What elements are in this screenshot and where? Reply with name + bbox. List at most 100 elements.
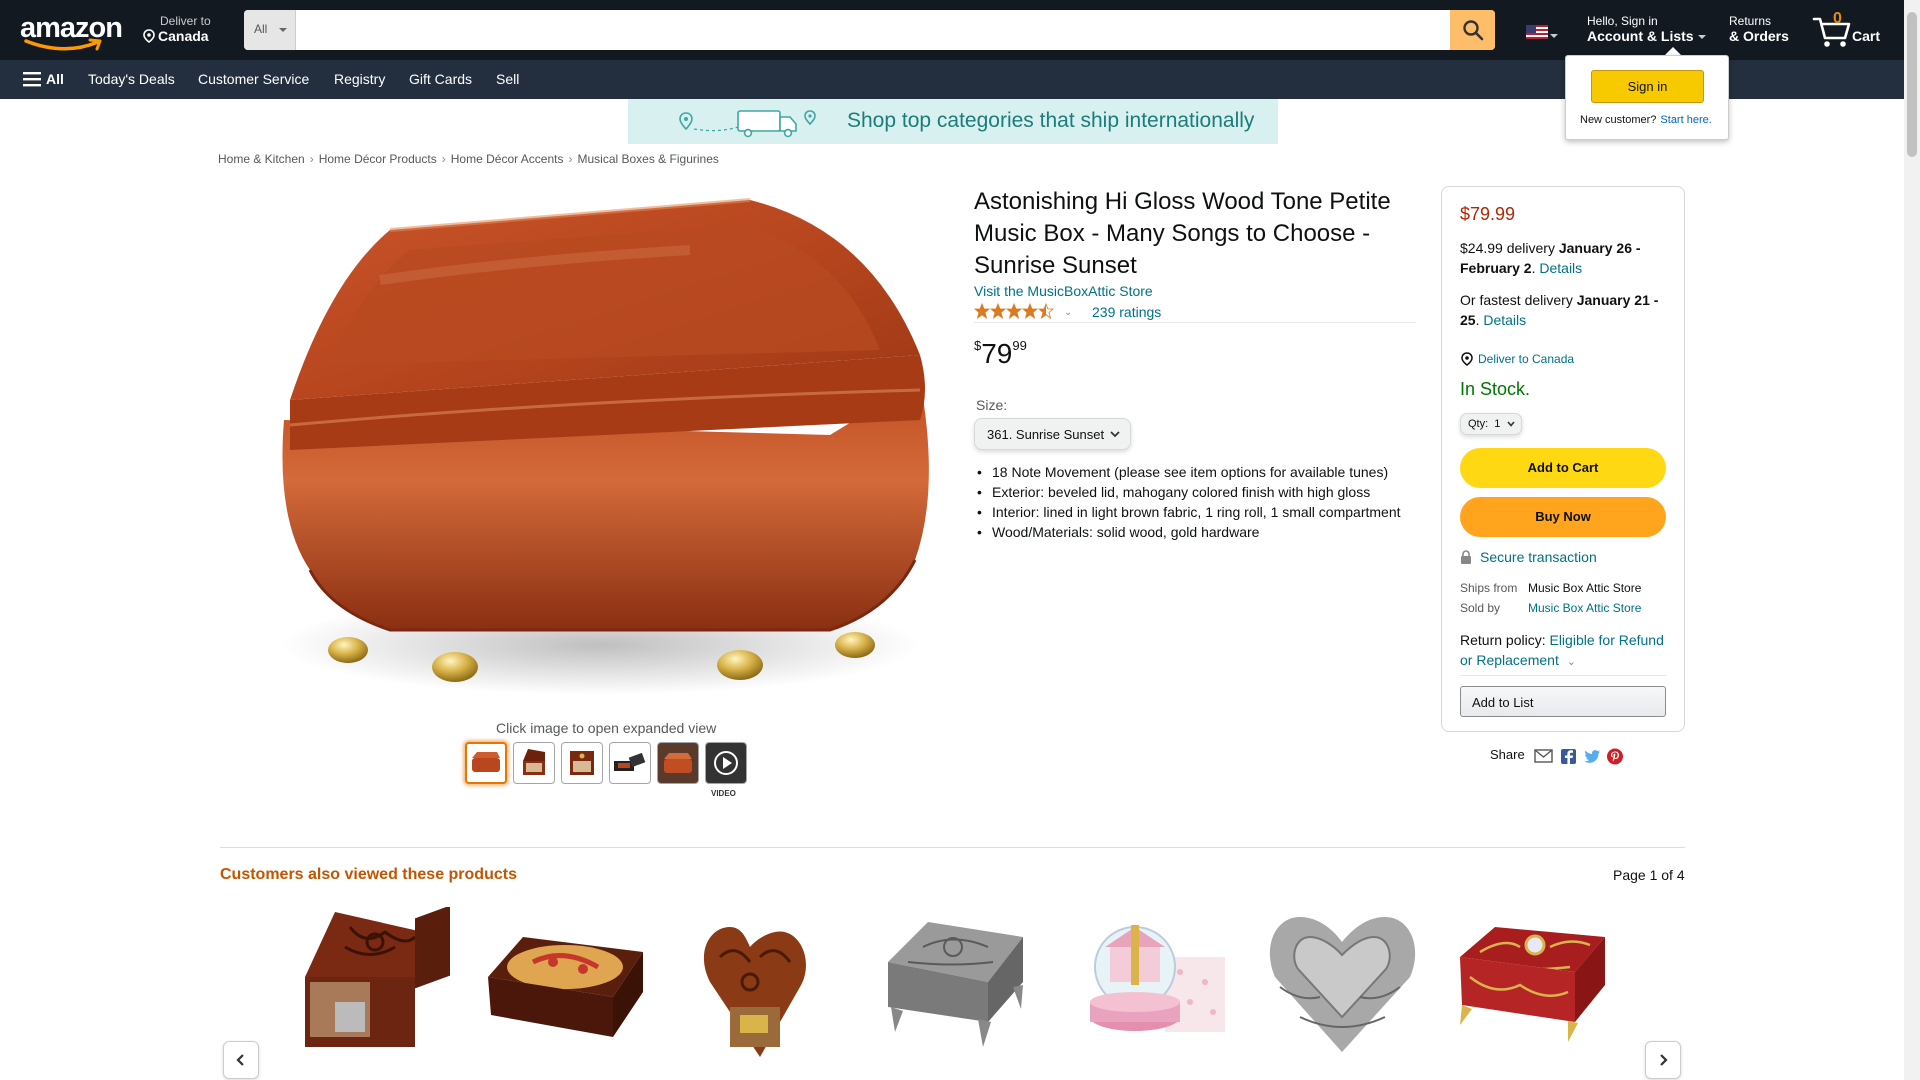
thumbnail-5[interactable] <box>657 742 699 784</box>
stock-status: In Stock. <box>1460 379 1531 399</box>
twitter-icon[interactable] <box>1584 750 1600 763</box>
international-shipping-banner[interactable]: Shop top categories that ship internatio… <box>628 99 1278 144</box>
sold-by-link[interactable]: Music Box Attic Store <box>1528 601 1641 615</box>
all-menu-button[interactable]: All <box>46 71 64 87</box>
ships-from-row: Ships from Music Box Attic Store <box>1460 581 1641 595</box>
subnav-todays-deals[interactable]: Today's Deals <box>88 71 175 87</box>
subnav-customer-service[interactable]: Customer Service <box>198 71 309 87</box>
thumbnail-2[interactable] <box>513 742 555 784</box>
feature-bullet: Exterior: beveled lid, mahogany colored … <box>974 482 1424 502</box>
breadcrumb-item[interactable]: Home Décor Accents <box>451 152 564 166</box>
store-link[interactable]: Visit the MusicBoxAttic Store <box>974 283 1153 299</box>
us-flag-icon[interactable] <box>1526 25 1548 39</box>
main-product-image[interactable] <box>270 190 940 720</box>
return-policy: Return policy: Eligible for Refund or Re… <box>1460 630 1670 672</box>
thumbnail-3[interactable] <box>561 742 603 784</box>
breadcrumb-separator: › <box>568 152 573 166</box>
search-input[interactable] <box>296 10 1450 50</box>
account-greeting: Hello, Sign in <box>1587 14 1658 28</box>
breadcrumb-item[interactable]: Musical Boxes & Figurines <box>577 152 718 166</box>
carousel-prev-button[interactable] <box>223 1041 259 1079</box>
chevron-down-icon[interactable]: ⌄ <box>1567 656 1576 668</box>
breadcrumb-separator: › <box>441 152 446 166</box>
returns-label: Returns <box>1729 14 1772 28</box>
facebook-icon[interactable] <box>1561 749 1576 764</box>
share-label: Share <box>1490 747 1525 762</box>
qty-label: Qty: <box>1468 418 1489 430</box>
caret-down-icon <box>279 28 287 32</box>
carousel-product-6[interactable] <box>1260 907 1425 1072</box>
deliver-to-big: Canada <box>142 28 211 44</box>
account-lists[interactable]: Hello, Sign in Account & Lists <box>1587 14 1706 44</box>
section-divider <box>220 847 1685 848</box>
language-caret-icon[interactable] <box>1550 34 1558 38</box>
breadcrumb-item[interactable]: Home Décor Products <box>319 152 437 166</box>
sold-by-label: Sold by <box>1460 601 1501 615</box>
signin-flyout: Sign in New customer? Start here. <box>1565 55 1729 140</box>
thumbnail-image <box>472 752 500 772</box>
carousel-product-5[interactable] <box>1065 907 1230 1072</box>
size-dropdown[interactable]: 361. Sunrise Sunset <box>974 418 1131 450</box>
new-customer-label: New customer? <box>1580 114 1657 126</box>
size-selected-value: 361. Sunrise Sunset <box>987 427 1105 442</box>
carousel-next-button[interactable] <box>1645 1041 1681 1079</box>
thumbnail-4[interactable] <box>609 742 651 784</box>
returns-orders[interactable]: Returns & Orders <box>1729 14 1789 44</box>
chevron-down-icon[interactable]: ⌄ <box>1064 307 1072 318</box>
subnav-sell[interactable]: Sell <box>496 71 519 87</box>
breadcrumb-separator: › <box>309 152 314 166</box>
secure-transaction-link[interactable]: Secure transaction <box>1460 549 1597 565</box>
thumbnail-image <box>658 743 698 783</box>
buy-now-button[interactable]: Buy Now <box>1460 497 1666 537</box>
deliver-to-location[interactable]: Deliver to Canada <box>142 14 211 44</box>
breadcrumb-item[interactable]: Home & Kitchen <box>218 152 305 166</box>
subnav-registry[interactable]: Registry <box>334 71 385 87</box>
pinterest-icon[interactable] <box>1607 748 1623 765</box>
divider <box>1460 675 1666 676</box>
delivery-info: $24.99 delivery January 26 - February 2.… <box>1460 240 1641 276</box>
delivery-details-link[interactable]: Details <box>1539 260 1582 276</box>
email-icon[interactable] <box>1534 749 1553 763</box>
carousel-product-7[interactable] <box>1450 907 1615 1072</box>
share-icons <box>1533 747 1633 768</box>
signin-button[interactable]: Sign in <box>1591 70 1704 103</box>
star-rating-icon[interactable] <box>974 303 1056 319</box>
qty-value: 1 <box>1494 418 1501 430</box>
search-button[interactable] <box>1450 10 1495 50</box>
cart-count: 0 <box>1833 10 1842 27</box>
fastest-delivery-prefix: Or fastest delivery <box>1460 292 1577 308</box>
carousel-product-1[interactable] <box>295 907 460 1072</box>
chevron-left-icon <box>236 1054 244 1066</box>
thumbnail-image <box>570 751 594 775</box>
cart-icon <box>1812 17 1851 47</box>
deliver-to-link[interactable]: Deliver to Canada <box>1460 352 1574 366</box>
new-customer-text: New customer? Start here. <box>1580 114 1712 126</box>
add-to-list-button[interactable]: Add to List <box>1460 686 1666 717</box>
start-here-link[interactable]: Start here. <box>1660 114 1711 126</box>
feature-bullets: 18 Note Movement (please see item option… <box>974 462 1424 542</box>
quantity-dropdown[interactable]: Qty: 1 <box>1460 413 1522 435</box>
search-category-label: All <box>254 22 268 36</box>
breadcrumb: Home & Kitchen › Home Décor Products › Home … <box>218 152 719 166</box>
chevron-down-icon <box>1507 421 1515 427</box>
fastest-delivery-details-link[interactable]: Details <box>1483 312 1526 328</box>
carousel-product-3[interactable] <box>690 907 855 1072</box>
hamburger-menu-icon[interactable] <box>23 72 41 87</box>
thumbnail-image <box>523 749 545 775</box>
page-scrollbar[interactable] <box>1904 0 1920 1080</box>
buybox-price: $79.99 <box>1460 204 1516 224</box>
ratings-count-link[interactable]: 239 ratings <box>1092 304 1161 320</box>
thumbnail-1[interactable] <box>465 742 507 784</box>
scrollbar-thumb[interactable] <box>1907 12 1917 157</box>
carousel-product-2[interactable] <box>483 907 648 1072</box>
amazon-logo[interactable]: amazon <box>20 12 123 52</box>
deliver-country: Canada <box>158 28 209 44</box>
cart-button[interactable]: 0 Cart <box>1812 10 1892 50</box>
carousel-product-4[interactable] <box>873 907 1038 1072</box>
thumbnail-video[interactable] <box>705 742 747 784</box>
chevron-down-icon <box>1110 431 1120 438</box>
add-to-cart-button[interactable]: Add to Cart <box>1460 448 1666 488</box>
search-category-dropdown[interactable]: All <box>244 10 296 50</box>
subnav-gift-cards[interactable]: Gift Cards <box>409 71 472 87</box>
orders-label: & Orders <box>1729 28 1789 44</box>
